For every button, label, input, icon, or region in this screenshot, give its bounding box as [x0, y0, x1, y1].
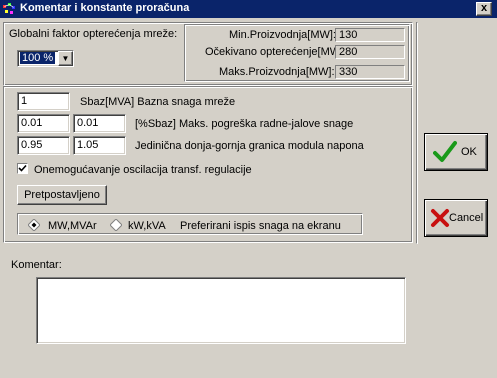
sbaz-input[interactable]: 1 — [17, 92, 70, 111]
oscillation-label[interactable]: Onemogućavanje oscilacija transf. regula… — [34, 164, 252, 176]
vertical-divider — [416, 22, 418, 244]
comment-textarea[interactable] — [36, 277, 406, 344]
cancel-button[interactable]: Cancel — [424, 199, 488, 237]
expected-load-label: Očekivano opterećenje[MW]: — [205, 46, 347, 58]
min-production-value: 130 — [335, 28, 405, 42]
voltage-low-input[interactable]: 0.95 — [17, 136, 70, 155]
close-icon: x — [480, 2, 488, 14]
comment-label: Komentar: — [11, 259, 62, 271]
window-title: Komentar i konstante proračuna — [20, 2, 190, 14]
ok-label: OK — [461, 146, 477, 158]
voltage-label: Jedinična donja-gornja granica modula na… — [135, 140, 364, 152]
close-button[interactable]: x — [476, 2, 492, 16]
checkmark-icon — [18, 164, 27, 172]
dialog-window: Komentar i konstante proračuna x Globaln… — [0, 0, 497, 378]
error-active-input[interactable]: 0.01 — [17, 114, 70, 133]
app-icon — [3, 3, 15, 14]
chevron-down-icon[interactable]: ▼ — [58, 51, 73, 66]
min-production-label: Min.Proizvodnja[MW]: — [229, 29, 336, 41]
global-factor-value: 100 % — [20, 52, 56, 64]
cancel-x-icon — [431, 209, 449, 227]
sbaz-label: Sbaz[MVA] Bazna snaga mreže — [80, 96, 236, 108]
max-production-value: 330 — [335, 65, 405, 79]
radio-mw-mvar-label[interactable]: MW,MVAr — [48, 220, 97, 232]
default-button[interactable]: Pretpostavljeno — [17, 185, 107, 205]
title-bar[interactable]: Komentar i konstante proračuna x — [0, 0, 497, 18]
radio-kw-kva-label[interactable]: kW,kVA — [128, 220, 166, 232]
voltage-high-input[interactable]: 1.05 — [73, 136, 126, 155]
global-factor-select[interactable]: 100 % ▼ — [17, 50, 74, 67]
units-label: Preferirani ispis snaga na ekranu — [180, 220, 341, 232]
max-production-label: Maks.Proizvodnja[MW]: — [219, 66, 335, 78]
cancel-label: Cancel — [449, 212, 484, 224]
global-factor-label: Globalni faktor opterećenja mreže: — [9, 28, 178, 40]
oscillation-checkbox[interactable] — [17, 163, 28, 174]
error-label: [%Sbaz] Maks. pogreška radne-jalove snag… — [135, 118, 354, 130]
check-icon — [433, 141, 457, 162]
radio-mw-mvar[interactable] — [28, 219, 40, 231]
ok-button[interactable]: OK — [424, 133, 488, 171]
expected-load-value: 280 — [335, 45, 405, 59]
error-reactive-input[interactable]: 0.01 — [73, 114, 126, 133]
radio-kw-kva[interactable] — [110, 219, 122, 231]
